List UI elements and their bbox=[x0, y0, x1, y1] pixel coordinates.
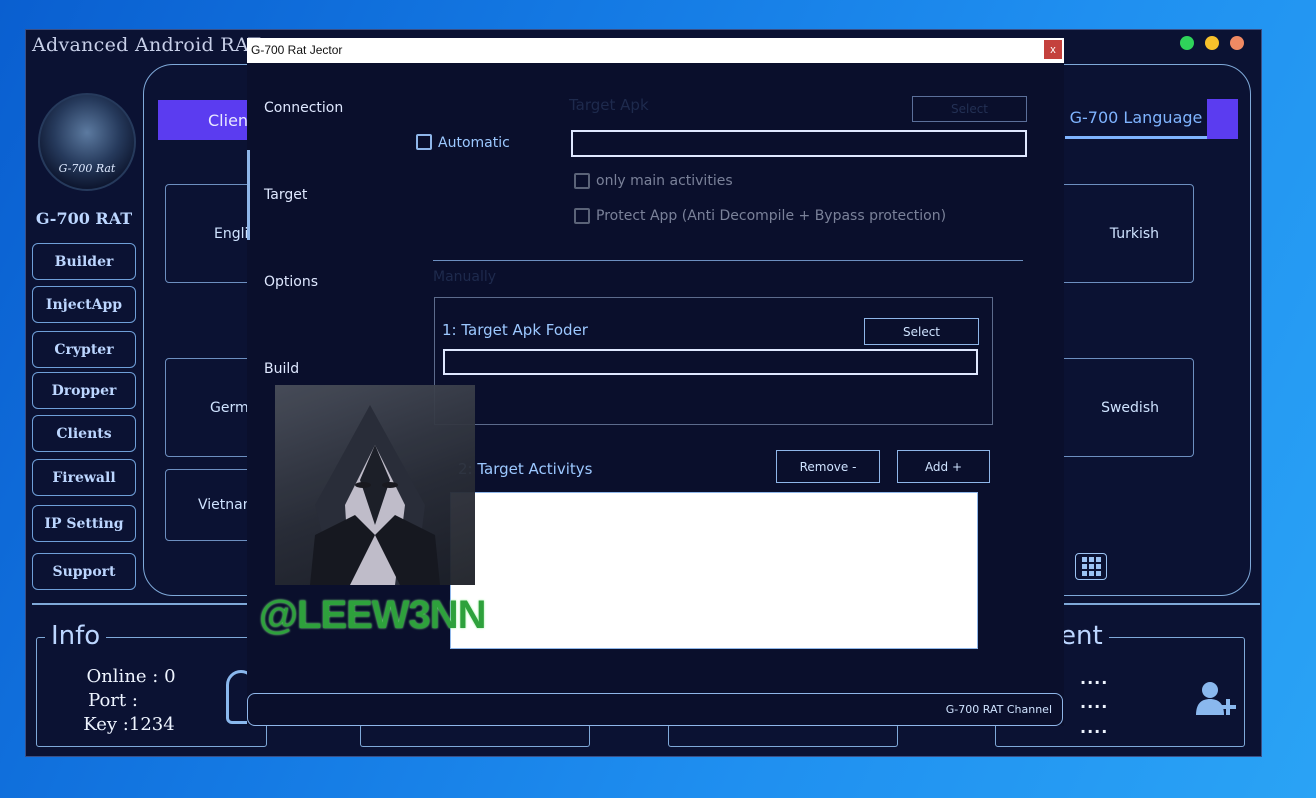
sidebar-item-injectapp[interactable]: InjectApp bbox=[32, 286, 136, 323]
client-line-3: .... bbox=[1080, 718, 1109, 737]
watermark-image bbox=[275, 385, 475, 585]
status-bar: G-700 RAT Channel bbox=[247, 693, 1063, 726]
nav-active-indicator bbox=[247, 150, 250, 240]
info-title: Info bbox=[45, 621, 107, 651]
sidebar-item-dropper[interactable]: Dropper bbox=[32, 372, 136, 409]
language-card-swedish[interactable]: Swedish bbox=[1055, 358, 1194, 457]
port-value: Port : bbox=[88, 690, 138, 711]
sidebar-item-support[interactable]: Support bbox=[32, 553, 136, 590]
avatar-caption: G-700 Rat bbox=[58, 162, 116, 175]
folder-field[interactable] bbox=[443, 349, 978, 375]
tab-language[interactable]: G-700 Language bbox=[1065, 99, 1238, 139]
select-folder-button[interactable]: Select bbox=[864, 318, 979, 345]
online-count: Online : 0 bbox=[86, 666, 176, 687]
target-apk-label: Target Apk bbox=[569, 96, 649, 114]
status-text: G-700 RAT Channel bbox=[945, 703, 1052, 716]
dialog-titlebar: G-700 Rat Jector bbox=[247, 38, 1064, 63]
sidebar-item-ip-setting[interactable]: IP Setting bbox=[32, 505, 136, 542]
avatar: G-700 Rat bbox=[38, 93, 136, 191]
select-apk-button[interactable]: Select bbox=[912, 96, 1027, 122]
language-label: Swedish bbox=[1101, 399, 1159, 416]
nav-connection[interactable]: Connection bbox=[264, 100, 343, 116]
only-main-checkbox[interactable] bbox=[574, 173, 590, 189]
stats-group-3 bbox=[668, 724, 898, 747]
dialog-title: G-700 Rat Jector bbox=[251, 43, 343, 57]
watermark-text: @LEEW3NN bbox=[259, 593, 487, 637]
client-line-2: .... bbox=[1080, 693, 1109, 712]
protect-app-checkbox[interactable] bbox=[574, 208, 590, 224]
tab-clients[interactable]: Client bbox=[158, 100, 258, 140]
grid-icon[interactable] bbox=[1075, 553, 1107, 580]
activities-label: 2: Target Activitys bbox=[458, 460, 593, 478]
close-button[interactable] bbox=[1230, 36, 1244, 50]
sidebar-item-firewall[interactable]: Firewall bbox=[32, 459, 136, 496]
language-card-turkish[interactable]: Turkish bbox=[1055, 184, 1194, 283]
protect-app-label: Protect App (Anti Decompile + Bypass pro… bbox=[596, 208, 947, 224]
client-group-title: ent bbox=[1060, 621, 1109, 651]
language-label: Engli bbox=[214, 225, 249, 242]
client-line-1: .... bbox=[1080, 669, 1109, 688]
language-label: Germ bbox=[210, 399, 249, 416]
nav-target[interactable]: Target bbox=[264, 187, 307, 203]
maximize-button[interactable] bbox=[1180, 36, 1194, 50]
app-title: Advanced Android RAT bbox=[32, 34, 261, 56]
only-main-label: only main activities bbox=[596, 173, 733, 189]
minimize-button[interactable] bbox=[1205, 36, 1219, 50]
activities-list[interactable] bbox=[450, 492, 978, 649]
nav-build[interactable]: Build bbox=[264, 361, 299, 377]
automatic-label: Automatic bbox=[438, 135, 510, 151]
sidebar-item-clients[interactable]: Clients bbox=[32, 415, 136, 452]
section-divider bbox=[433, 260, 1023, 261]
stats-group-2 bbox=[360, 724, 590, 747]
automatic-checkbox[interactable] bbox=[416, 134, 432, 150]
add-activity-button[interactable]: Add + bbox=[897, 450, 990, 483]
sidebar-item-builder[interactable]: Builder bbox=[32, 243, 136, 280]
language-label: Turkish bbox=[1109, 225, 1159, 242]
nav-options[interactable]: Options bbox=[264, 274, 318, 290]
close-icon[interactable]: x bbox=[1044, 40, 1062, 59]
folder-label: 1: Target Apk Foder bbox=[442, 321, 588, 339]
brand-label: G-700 RAT bbox=[35, 209, 133, 228]
target-apk-field[interactable] bbox=[571, 130, 1027, 157]
manual-label: Manually bbox=[433, 269, 497, 285]
user-add-icon[interactable] bbox=[1196, 681, 1240, 725]
key-value: Key :1234 bbox=[83, 714, 175, 735]
sidebar-item-crypter[interactable]: Crypter bbox=[32, 331, 136, 368]
injector-dialog: G-700 Rat Jector x Connection Target Opt… bbox=[247, 38, 1064, 726]
tab-language-label: G-700 Language bbox=[1065, 99, 1207, 139]
remove-activity-button[interactable]: Remove - bbox=[776, 450, 880, 483]
